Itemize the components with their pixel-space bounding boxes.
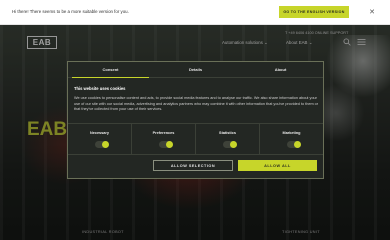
dialog-body-text: We use cookies to personalise content an… (74, 96, 319, 112)
cookie-consent-dialog: Consent Details About This website uses … (67, 61, 324, 179)
toggle-knob (102, 141, 109, 148)
toggle-statistics[interactable] (223, 141, 237, 148)
toggle-preferences[interactable] (159, 141, 173, 148)
toggle-knob (230, 141, 237, 148)
category-marketing: Marketing (260, 124, 323, 154)
category-necessary: Necessary (68, 124, 132, 154)
toggle-marketing[interactable] (287, 141, 301, 148)
go-to-english-button[interactable]: GO TO THE ENGLISH VERSION (279, 6, 349, 18)
category-label: Marketing (282, 131, 301, 135)
tab-consent[interactable]: Consent (68, 62, 153, 78)
dialog-title: This website uses cookies (74, 86, 126, 91)
category-label: Statistics (219, 131, 236, 135)
tab-about[interactable]: About (238, 62, 323, 77)
tab-details[interactable]: Details (153, 62, 238, 77)
allow-all-button[interactable]: ALLOW ALL (238, 160, 317, 171)
category-label: Necessary (89, 131, 109, 135)
allow-selection-button[interactable]: ALLOW SELECTION (153, 160, 233, 171)
toggle-necessary[interactable] (95, 141, 109, 148)
toggle-knob (294, 141, 301, 148)
cookie-category-toggles: Necessary Preferences Statistics Marketi… (68, 123, 323, 155)
language-notice-bar: Hi there! There seems to be a more suita… (0, 0, 390, 25)
category-preferences: Preferences (132, 124, 196, 154)
close-icon[interactable]: ✕ (366, 6, 378, 18)
category-label: Preferences (152, 131, 175, 135)
toggle-knob (166, 141, 173, 148)
notice-text: Hi there! There seems to be a more suita… (12, 9, 129, 14)
category-statistics: Statistics (196, 124, 260, 154)
dialog-tabs: Consent Details About (68, 62, 323, 78)
